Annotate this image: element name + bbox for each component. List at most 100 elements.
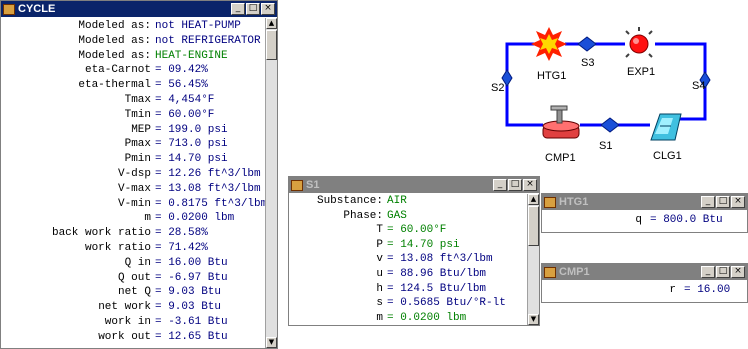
property-value[interactable]: = 124.5 Btu/lbm — [387, 283, 486, 296]
close-button[interactable]: × — [261, 3, 275, 15]
scroll-thumb[interactable] — [266, 30, 277, 60]
property-label: P — [376, 238, 383, 251]
property-value[interactable]: = 713.0 psi — [155, 138, 228, 151]
property-value[interactable]: = 0.8175 ft^3/lbm — [155, 198, 267, 211]
property-value[interactable]: = 14.70 psi — [155, 153, 228, 166]
cmp1-titlebar[interactable]: CMP1 _ □ × — [542, 264, 747, 280]
close-button[interactable]: × — [523, 179, 537, 191]
property-value[interactable]: GAS — [387, 210, 407, 223]
maximize-button[interactable]: □ — [508, 179, 522, 191]
s1-scrollbar[interactable]: ▲ ▼ — [527, 194, 539, 325]
property-value[interactable]: = 0.5685 Btu/°R-lt — [387, 297, 506, 310]
maximize-button[interactable]: □ — [716, 266, 730, 278]
exp1-label[interactable]: EXP1 — [627, 66, 655, 78]
htg1-q-value[interactable]: = 800.0 Btu — [650, 214, 723, 227]
property-label: Tmin — [124, 108, 151, 121]
property-label: Substance: — [316, 195, 383, 207]
property-value[interactable]: = 0.0200 lbm — [155, 212, 234, 225]
property-label: Modeled as: — [78, 34, 151, 47]
property-value[interactable]: = -6.97 Btu — [155, 272, 228, 285]
property-row: back work ratio = 28.58% — [1, 227, 265, 240]
close-button[interactable]: × — [731, 266, 745, 278]
scroll-down-arrow-icon[interactable]: ▼ — [528, 314, 539, 325]
property-value[interactable]: = 9.03 Btu — [155, 301, 221, 314]
property-label: work ratio — [84, 242, 151, 254]
minimize-button[interactable]: _ — [701, 266, 715, 278]
property-label: V-min — [117, 197, 151, 210]
property-value[interactable]: = -3.61 Btu — [155, 316, 228, 329]
property-label: s — [376, 297, 383, 310]
property-value[interactable]: = 12.26 ft^3/lbm — [155, 168, 261, 181]
property-row: net work = 9.03 Btu — [1, 301, 265, 314]
property-value[interactable]: = 56.45% — [155, 79, 208, 92]
property-value[interactable]: = 13.08 ft^3/lbm — [155, 183, 261, 196]
s1-titlebar[interactable]: S1 _ □ × — [289, 177, 539, 193]
scroll-down-arrow-icon[interactable]: ▼ — [266, 337, 277, 348]
minimize-button[interactable]: _ — [701, 196, 715, 208]
cmp1-r-label: r — [669, 284, 676, 296]
cmp1-label[interactable]: CMP1 — [545, 152, 576, 164]
property-label: Modeled as: — [78, 49, 151, 62]
s3-label[interactable]: S3 — [581, 57, 594, 69]
expander-icon — [625, 27, 653, 58]
property-label: Modeled as: — [78, 20, 151, 32]
property-label: Pmax — [124, 138, 151, 151]
property-label: u — [376, 268, 383, 280]
connection-line — [505, 119, 543, 127]
property-label: V-dsp — [117, 168, 151, 180]
property-value[interactable]: = 199.0 psi — [155, 124, 228, 137]
property-value[interactable]: HEAT-ENGINE — [155, 50, 228, 63]
property-value[interactable]: = 12.65 Btu — [155, 331, 228, 344]
property-label: Phase: — [343, 209, 383, 222]
property-row: Modeled as: not HEAT-PUMP — [1, 20, 265, 33]
htg1-titlebar[interactable]: HTG1 _ □ × — [542, 194, 747, 210]
property-row: Substance: AIR — [289, 195, 527, 208]
property-value[interactable]: = 09.42% — [155, 64, 208, 77]
property-row: Tmin = 60.00°F — [1, 109, 265, 122]
clg1-label[interactable]: CLG1 — [653, 150, 682, 162]
property-row: u = 88.96 Btu/lbm — [289, 268, 527, 281]
maximize-button[interactable]: □ — [246, 3, 260, 15]
property-row: Modeled as: HEAT-ENGINE — [1, 50, 265, 63]
property-value[interactable]: = 0.0200 lbm — [387, 312, 466, 325]
property-row: net Q = 9.03 Btu — [1, 286, 265, 299]
scroll-up-arrow-icon[interactable]: ▲ — [266, 18, 277, 29]
minimize-button[interactable]: _ — [231, 3, 245, 15]
property-label: net Q — [117, 286, 151, 299]
property-row: V-dsp = 12.26 ft^3/lbm — [1, 168, 265, 181]
property-value[interactable]: = 28.58% — [155, 227, 208, 240]
cycle-scrollbar[interactable]: ▲ ▼ — [265, 18, 277, 348]
s1-label[interactable]: S1 — [599, 140, 612, 152]
property-value[interactable]: = 60.00°F — [155, 109, 214, 122]
property-value[interactable]: = 88.96 Btu/lbm — [387, 268, 486, 281]
s2-label[interactable]: S2 — [491, 82, 504, 94]
close-button[interactable]: × — [731, 196, 745, 208]
property-value[interactable]: = 71.42% — [155, 242, 208, 255]
cmp1-r-value[interactable]: = 16.00 — [684, 284, 730, 297]
property-value[interactable]: = 13.08 ft^3/lbm — [387, 253, 493, 266]
property-label: net work — [98, 301, 151, 314]
property-value[interactable]: = 60.00°F — [387, 224, 446, 237]
property-value[interactable]: AIR — [387, 195, 407, 208]
cycle-window: CYCLE _ □ × Modeled as: not HEAT-PUMP Mode… — [0, 0, 278, 349]
compressor-icon — [542, 105, 580, 139]
property-value[interactable]: not HEAT-PUMP — [155, 20, 241, 33]
property-value[interactable]: = 4,454°F — [155, 94, 214, 107]
property-value[interactable]: = 14.70 psi — [387, 239, 460, 252]
property-value[interactable]: = 9.03 Btu — [155, 286, 221, 299]
property-label: Tmax — [124, 94, 151, 106]
property-value[interactable]: not REFRIGERATOR — [155, 35, 261, 48]
maximize-button[interactable]: □ — [716, 196, 730, 208]
property-label: m — [376, 311, 383, 324]
htg1-q-row: q = 800.0 Btu — [542, 214, 748, 227]
s1-window: S1 _ □ × Substance: AIR Phase: GAS T = 60.00°… — [288, 176, 540, 326]
htg1-label[interactable]: HTG1 — [537, 70, 566, 82]
scroll-thumb[interactable] — [528, 206, 539, 246]
s4-label[interactable]: S4 — [692, 80, 705, 92]
property-value[interactable]: = 16.00 Btu — [155, 257, 228, 270]
minimize-button[interactable]: _ — [493, 179, 507, 191]
scroll-up-arrow-icon[interactable]: ▲ — [528, 194, 539, 205]
cycle-titlebar[interactable]: CYCLE _ □ × — [1, 1, 277, 17]
htg1-window-title: HTG1 — [559, 196, 589, 208]
property-label: V-max — [117, 182, 151, 195]
